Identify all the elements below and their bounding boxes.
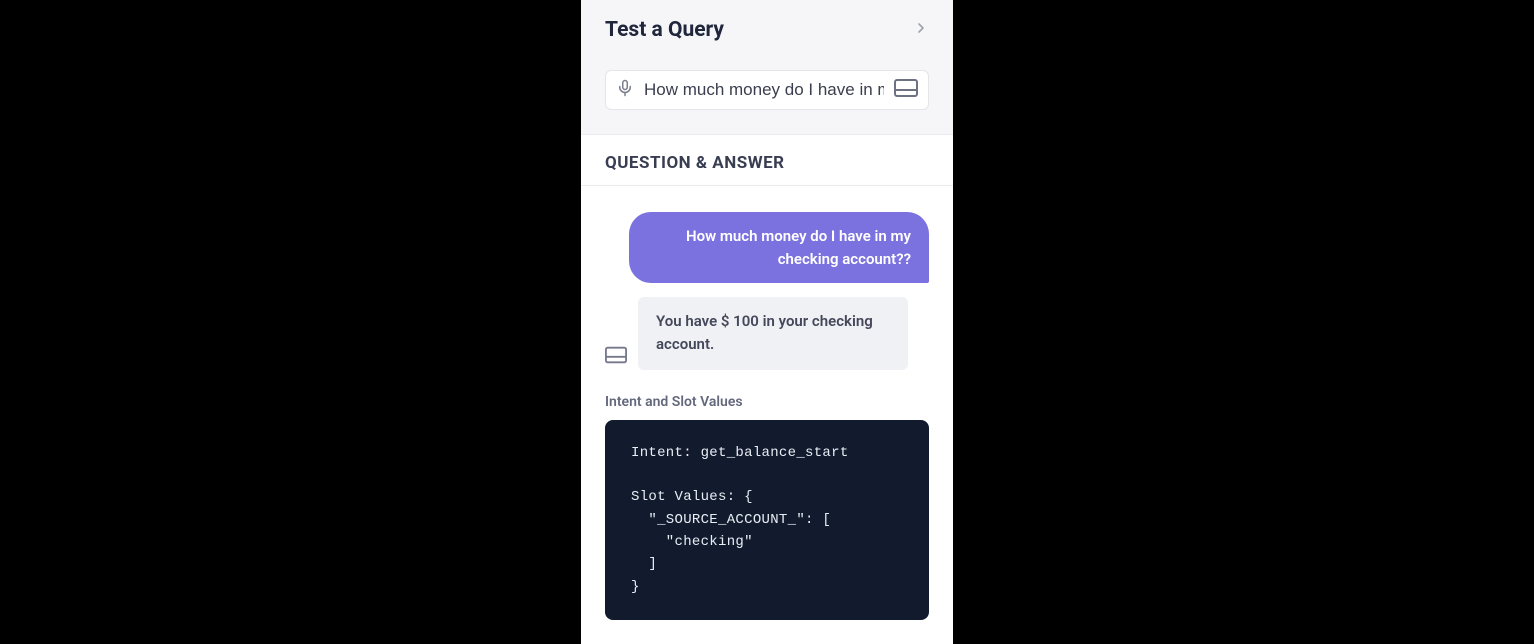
test-query-panel: Test a Query [581, 0, 953, 644]
intent-code-block[interactable]: Intent: get_balance_start Slot Values: {… [605, 420, 929, 621]
query-input[interactable] [644, 80, 884, 100]
intent-label: Intent and Slot Values [605, 394, 929, 410]
chat-area: How much money do I have in my checking … [581, 186, 953, 382]
intent-section: Intent and Slot Values Intent: get_balan… [581, 382, 953, 644]
qa-heading-row: QUESTION & ANSWER [581, 135, 953, 186]
card-icon[interactable] [894, 79, 918, 101]
user-message-bubble: How much money do I have in my checking … [629, 212, 929, 283]
microphone-icon[interactable] [616, 79, 634, 101]
panel-title: Test a Query [605, 18, 724, 42]
bot-message-bubble: You have $ 100 in your checking account. [638, 297, 908, 370]
top-section: Test a Query [581, 0, 953, 135]
qa-heading: QUESTION & ANSWER [605, 153, 929, 173]
chevron-right-icon[interactable] [913, 20, 929, 40]
bot-avatar-icon [605, 346, 627, 370]
query-input-container [605, 70, 929, 110]
bot-row: You have $ 100 in your checking account. [605, 297, 929, 370]
title-row: Test a Query [605, 18, 929, 42]
